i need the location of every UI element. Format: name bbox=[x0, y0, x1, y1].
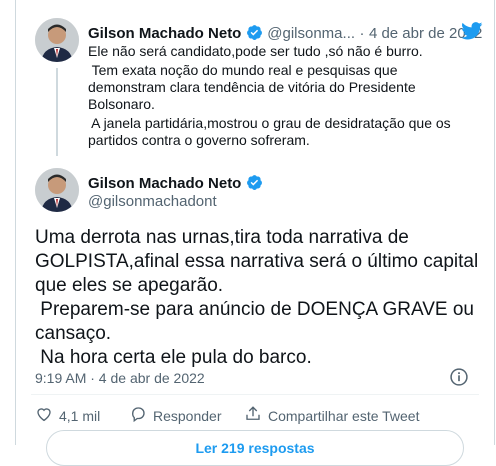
read-replies-button[interactable]: Ler 219 respostas bbox=[46, 430, 464, 466]
verified-badge-icon bbox=[246, 24, 263, 41]
avatar[interactable] bbox=[35, 18, 79, 62]
thread-connector-line bbox=[56, 68, 58, 156]
tweet-text-line: que eles se apegarão. bbox=[35, 275, 224, 296]
avatar[interactable] bbox=[35, 168, 79, 212]
main-tweet-text: Uma derrota nas urnas,tira toda narrativ… bbox=[35, 226, 485, 370]
tweet-text-line: Uma derrota nas urnas,tira toda narrativ… bbox=[35, 227, 409, 248]
tweet-text-line: A janela partidária,mostrou o grau de de… bbox=[88, 115, 451, 131]
main-tweet-author: Gilson Machado Neto bbox=[88, 174, 263, 193]
info-icon[interactable] bbox=[449, 367, 469, 392]
tweet-text-line: Na hora certa ele pula do barco. bbox=[35, 347, 312, 368]
divider bbox=[31, 394, 479, 395]
reply-label: Responder bbox=[153, 407, 222, 424]
share-button[interactable]: Compartilhar este Tweet bbox=[244, 405, 419, 426]
reply-button[interactable]: Responder bbox=[129, 405, 222, 426]
tweet-text-line: Bolsonaro. bbox=[88, 96, 155, 112]
tweet-timestamp[interactable]: 9:19 AM · 4 de abr de 2022 bbox=[35, 370, 205, 386]
author-name[interactable]: Gilson Machado Neto bbox=[88, 25, 241, 42]
like-count: 4,1 mil bbox=[59, 407, 101, 424]
author-name[interactable]: Gilson Machado Neto bbox=[88, 175, 241, 192]
tweet-text-line: GOLPISTA,afinal essa narrativa será o úl… bbox=[35, 251, 479, 272]
quoted-tweet-text: Ele não será candidato,pode ser tudo ,só… bbox=[88, 43, 488, 149]
author-handle[interactable]: @gilsonmachadont bbox=[88, 193, 217, 210]
like-button[interactable]: 4,1 mil bbox=[35, 405, 100, 426]
heart-icon bbox=[35, 405, 53, 426]
reply-icon bbox=[129, 405, 147, 426]
author-handle[interactable]: @gilsonma... bbox=[267, 25, 355, 42]
verified-badge-icon bbox=[246, 174, 263, 191]
meta-separator: · bbox=[359, 25, 365, 42]
share-label: Compartilhar este Tweet bbox=[268, 407, 420, 424]
tweet-embed-card: Gilson Machado Neto @gilsonma... · 4 de … bbox=[15, 0, 495, 466]
share-icon bbox=[244, 405, 262, 426]
quoted-tweet-header: Gilson Machado Neto @gilsonma... · 4 de … bbox=[88, 24, 482, 43]
tweet-text-line: Ele não será candidato,pode ser tudo ,só… bbox=[88, 43, 423, 59]
tweet-text-line: Preparem-se para anúncio de DOENÇA GRAVE… bbox=[35, 299, 474, 320]
tweet-text-line: partidos contra o governo sofreram. bbox=[88, 132, 310, 148]
tweet-text-line: demonstram clara tendência de vitória do… bbox=[88, 79, 416, 95]
tweet-text-line: Tem exata noção do mundo real e pesquisa… bbox=[88, 62, 398, 78]
tweet-text-line: cansaço. bbox=[35, 323, 112, 344]
twitter-bird-icon[interactable] bbox=[461, 22, 483, 45]
